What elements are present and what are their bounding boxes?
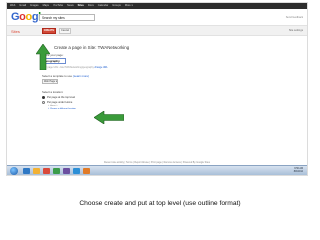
location-option-under-home[interactable]: Put page under Home bbox=[42, 101, 192, 104]
feedback-link[interactable]: Send feedback bbox=[286, 16, 303, 19]
radio-under-home[interactable] bbox=[42, 101, 45, 104]
taskbar-app-icon[interactable] bbox=[73, 168, 80, 174]
location-option-label: Put page under Home bbox=[47, 101, 73, 104]
page-title: Create a page in Site: TWANetworking bbox=[54, 45, 130, 50]
create-page-form: Create a page in Site: TWANetworking Nam… bbox=[42, 39, 192, 110]
gbar-link[interactable]: Groups bbox=[112, 3, 121, 9]
taskbar-app-icon[interactable] bbox=[83, 168, 90, 174]
cancel-button[interactable]: Cancel bbox=[59, 28, 71, 34]
gbar-link[interactable]: Gmail bbox=[19, 3, 26, 9]
taskbar-app-icon[interactable] bbox=[53, 168, 60, 174]
location-path: » Home » bbox=[48, 105, 58, 107]
gbar-link[interactable]: Images bbox=[30, 3, 39, 9]
taskbar-app-icon[interactable] bbox=[23, 168, 30, 174]
choose-location-link[interactable]: » Choose a different location bbox=[48, 108, 192, 110]
template-label-text: Select a template to use bbox=[42, 74, 73, 78]
taskbar-app-icon[interactable] bbox=[43, 168, 50, 174]
site-footer: Recent site activity | Terms | Report Ab… bbox=[104, 161, 210, 164]
page-url-line: Your page URL: /site/TWANetworking/geogr… bbox=[42, 66, 192, 69]
search-input[interactable] bbox=[39, 14, 95, 21]
template-select[interactable]: Web Page ▾ bbox=[42, 79, 58, 84]
site-settings-link[interactable]: Site settings bbox=[289, 29, 303, 32]
start-button[interactable] bbox=[10, 167, 18, 175]
learn-more-link[interactable]: (Learn more) bbox=[73, 74, 89, 78]
gbar-link[interactable]: Docs bbox=[88, 3, 94, 9]
taskbar-app-icon[interactable] bbox=[63, 168, 70, 174]
product-name: Sites bbox=[11, 29, 20, 34]
arrow-up-icon bbox=[36, 44, 50, 70]
page-name-label: Name your page: bbox=[42, 53, 64, 57]
gbar-link[interactable]: More ▾ bbox=[125, 3, 133, 9]
gbar-link[interactable]: Sites bbox=[78, 3, 84, 9]
taskbar-app-icon[interactable] bbox=[33, 168, 40, 174]
logo-letter: G bbox=[11, 11, 20, 23]
google-nav-bar: Web Gmail Images Maps YouTube News Sites Docs Ca… bbox=[7, 3, 307, 9]
radio-top-level[interactable] bbox=[42, 96, 45, 99]
location-option-label: Put page at the top level bbox=[47, 96, 75, 99]
gbar-link[interactable]: Web bbox=[10, 3, 15, 9]
gbar-link[interactable]: Maps bbox=[43, 3, 49, 9]
slide-caption: Choose create and put at top level (use … bbox=[79, 200, 241, 207]
template-label: Select a template to use (Learn more) bbox=[42, 74, 192, 78]
arrow-left-icon bbox=[94, 111, 124, 124]
gbar-link[interactable]: Calendar bbox=[98, 3, 109, 9]
location-option-top-level[interactable]: Put page at the top level bbox=[42, 96, 192, 99]
sites-toolbar: Sites CREATE Cancel Site settings bbox=[7, 25, 307, 36]
clock-date: 8/6/2012 bbox=[293, 170, 303, 173]
browser-screenshot: Web Gmail Images Maps YouTube News Sites Docs Ca… bbox=[6, 2, 308, 176]
tray-clock: 9:56 AM 8/6/2012 bbox=[294, 167, 303, 173]
windows-taskbar: 9:56 AM 8/6/2012 bbox=[7, 165, 307, 175]
gbar-link[interactable]: News bbox=[67, 3, 74, 9]
change-url-link[interactable]: change URL bbox=[94, 66, 107, 69]
location-label: Select a location: bbox=[42, 90, 64, 94]
gbar-link[interactable]: YouTube bbox=[53, 3, 63, 9]
create-button[interactable]: CREATE bbox=[42, 28, 56, 34]
